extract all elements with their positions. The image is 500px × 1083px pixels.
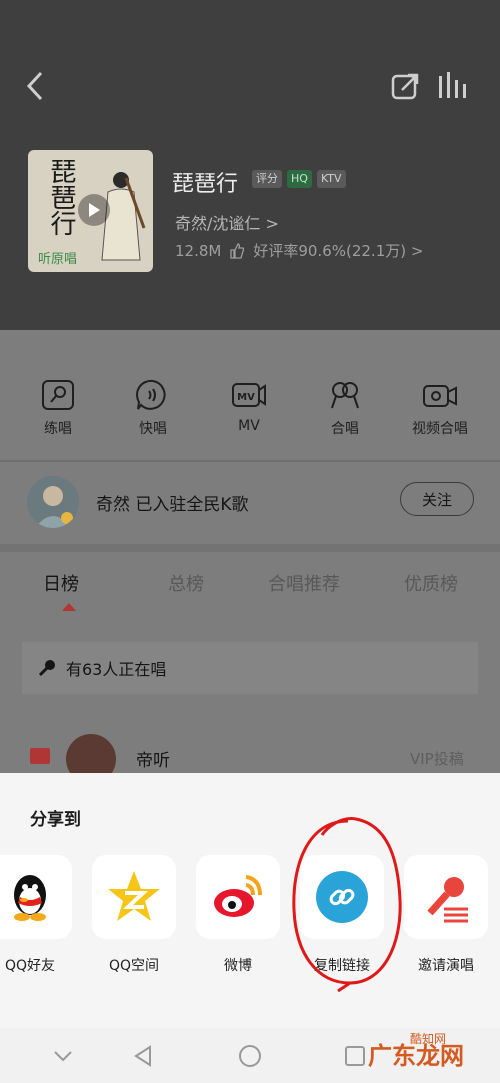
tab-indicator	[62, 603, 76, 611]
microphone-icon	[38, 660, 55, 677]
page: 琵琶行 听原唱 琵琶行 评分 HQ KTV 奇然/沈谧仁 > 12.8M 好评率…	[0, 0, 500, 1083]
tab-quality[interactable]: 优质榜	[404, 570, 458, 596]
nav-home-icon[interactable]	[237, 1043, 263, 1069]
svg-text:MV: MV	[237, 392, 255, 403]
share-qq-friend[interactable]: QQ好友	[0, 855, 72, 975]
mic-icon	[42, 380, 74, 410]
share-icon-tile	[196, 855, 280, 939]
share-label: QQ好友	[4, 958, 56, 974]
function-fast-sing[interactable]: 快唱	[108, 378, 198, 438]
equalizer-icon	[439, 72, 466, 98]
equalizer-button[interactable]	[436, 70, 468, 102]
share-icon-tile	[404, 855, 488, 939]
function-label: 视频合唱	[412, 421, 468, 437]
function-row: 练唱 快唱 MV MV 合唱 视频合唱	[0, 378, 500, 448]
mv-icon: MV	[232, 383, 266, 407]
function-label: 练唱	[44, 421, 72, 437]
back-button[interactable]	[20, 68, 50, 104]
video-duet-icon	[423, 385, 457, 407]
nav-recents-icon[interactable]	[342, 1043, 368, 1069]
function-label: MV	[238, 418, 260, 434]
tag-rating: 评分	[252, 170, 282, 188]
weibo-icon	[214, 875, 262, 917]
qq-icon	[14, 875, 46, 921]
watermark: 广东龙网	[368, 1042, 464, 1070]
share-weibo[interactable]: 微博	[196, 855, 280, 975]
play-count: 12.8M	[175, 241, 222, 260]
follow-button[interactable]: 关注	[400, 482, 474, 516]
share-icon-tile	[0, 855, 72, 939]
tag-hq: HQ	[287, 170, 312, 188]
share-button[interactable]	[390, 70, 422, 102]
tab-total[interactable]: 总榜	[168, 570, 204, 596]
album-cover[interactable]: 琵琶行 听原唱	[28, 150, 153, 272]
artist-joined-text: 奇然 已入驻全民K歌	[96, 495, 249, 515]
song-tags: 评分 HQ KTV	[252, 170, 346, 188]
share-label: 邀请演唱	[418, 958, 474, 974]
function-video-duet[interactable]: 视频合唱	[395, 378, 485, 438]
function-duet[interactable]: 合唱	[300, 378, 390, 438]
singing-now-text: 有63人正在唱	[66, 660, 167, 679]
rank-badge-icon	[30, 748, 50, 764]
share-invite-sing[interactable]: 邀请演唱	[404, 855, 488, 975]
nav-back-icon[interactable]	[130, 1043, 156, 1069]
cover-tag: 听原唱	[38, 252, 78, 267]
play-button[interactable]	[78, 194, 110, 226]
artist-row[interactable]: 奇然 已入驻全民K歌 关注	[0, 462, 500, 544]
tab-daily[interactable]: 日榜	[43, 570, 79, 596]
user-name: 帝听	[136, 751, 170, 771]
singing-now-bar[interactable]: 有63人正在唱	[22, 642, 478, 694]
function-practice[interactable]: 练唱	[13, 378, 103, 438]
duet-icon	[331, 382, 359, 409]
cover-title: 琵琶行	[46, 158, 76, 236]
thumbs-up-icon	[230, 242, 245, 259]
section-divider	[0, 544, 500, 552]
song-header: 琵琶行 听原唱 琵琶行 评分 HQ KTV 奇然/沈谧仁 > 12.8M 好评率…	[0, 0, 500, 330]
share-icon	[391, 73, 419, 100]
annotation-circle	[292, 817, 402, 993]
function-label: 合唱	[331, 421, 359, 437]
tag-ktv: KTV	[316, 170, 346, 188]
share-label: QQ空间	[108, 958, 160, 974]
invite-sing-icon	[427, 877, 468, 923]
song-stats: 12.8M 好评率90.6%(22.1万) >	[175, 240, 423, 261]
back-icon	[26, 71, 43, 101]
artist-avatar[interactable]	[27, 476, 79, 528]
rating-link[interactable]: 好评率90.6%(22.1万) >	[253, 240, 423, 261]
share-label: 微博	[224, 958, 252, 974]
tab-duet-recommend[interactable]: 合唱推荐	[268, 570, 340, 596]
share-title: 分享到	[30, 810, 81, 830]
fast-sing-icon	[136, 379, 166, 410]
function-label: 快唱	[139, 421, 167, 437]
song-detail-body: 练唱 快唱 MV MV 合唱 视频合唱 奇然 已入驻全民K歌 关注 日榜 总榜 …	[0, 330, 500, 784]
share-icon-tile	[92, 855, 176, 939]
avatar-illustration	[35, 486, 73, 528]
list-item[interactable]: 帝听 VIP投稿	[0, 726, 500, 784]
play-icon	[89, 203, 100, 217]
ranking-tabs: 日榜 总榜 合唱推荐 优质榜	[0, 570, 500, 611]
qzone-icon	[108, 871, 160, 921]
song-title: 琵琶行	[172, 172, 239, 197]
function-mv[interactable]: MV MV	[204, 378, 294, 434]
share-sheet: 分享到 QQ好友 QQ空间 微博 复制链接 邀请演唱	[0, 773, 500, 1028]
chevron-down-icon[interactable]	[50, 1043, 76, 1069]
share-qzone[interactable]: QQ空间	[92, 855, 176, 975]
artist-link[interactable]: 奇然/沈谧仁 >	[175, 210, 279, 234]
vip-label: VIP投稿	[410, 750, 464, 768]
